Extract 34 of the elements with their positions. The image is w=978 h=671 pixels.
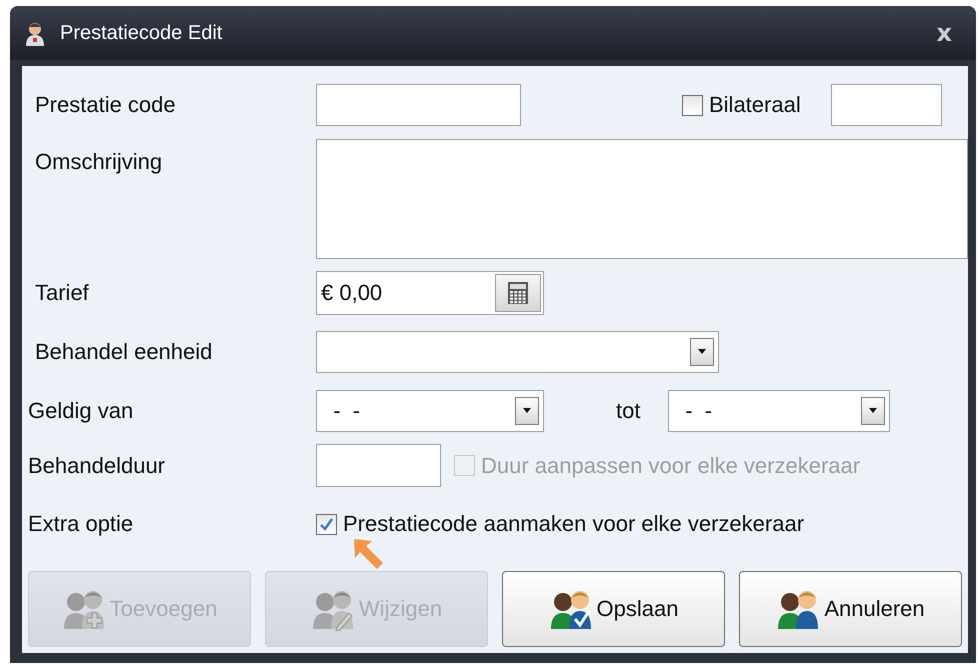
field-label: Behandelduur xyxy=(27,452,166,478)
dropdown-field[interactable] xyxy=(316,330,719,372)
dropdown-field[interactable]: - - xyxy=(316,390,544,432)
action-button[interactable]: Annuleren xyxy=(739,571,962,647)
doctor-icon xyxy=(24,20,46,46)
action-button[interactable]: Opslaan xyxy=(502,571,725,647)
field-label: Behandel eenheid xyxy=(34,338,214,364)
checkbox[interactable] xyxy=(316,514,337,534)
input-field[interactable] xyxy=(316,84,521,126)
checkbox[interactable] xyxy=(682,94,703,116)
pointer-arrow-icon xyxy=(352,537,386,571)
caret-icon xyxy=(522,408,532,414)
field-label: Prestatie code xyxy=(34,92,177,118)
close-button[interactable]: x xyxy=(926,19,962,47)
input-field[interactable] xyxy=(316,444,441,487)
calculator-icon xyxy=(507,281,529,305)
checkbox-label: Duur aanpassen voor elke verzekeraar xyxy=(481,452,860,478)
field-label: Tarief xyxy=(34,280,90,306)
dropdown-button[interactable] xyxy=(861,396,885,424)
field-label: Omschrijving xyxy=(34,148,164,175)
dropdown-button[interactable] xyxy=(515,396,539,424)
checkbox-label: Prestatiecode aanmaken voor elke verzekeraar xyxy=(343,511,804,537)
caret-icon xyxy=(697,348,707,354)
caret-icon xyxy=(868,408,878,414)
checkbox-label: Bilateraal xyxy=(709,92,801,118)
field-label: tot xyxy=(615,398,642,424)
calculator-button[interactable] xyxy=(495,274,541,312)
input-field[interactable] xyxy=(830,84,942,126)
field-label: Geldig van xyxy=(27,398,134,424)
window-title: Prestatiecode Edit xyxy=(60,22,224,44)
dropdown-button[interactable] xyxy=(690,338,714,366)
dropdown-field[interactable]: - - xyxy=(668,390,890,432)
field-label: Extra optie xyxy=(27,511,134,537)
amount-field[interactable]: € 0,00 xyxy=(316,271,544,315)
